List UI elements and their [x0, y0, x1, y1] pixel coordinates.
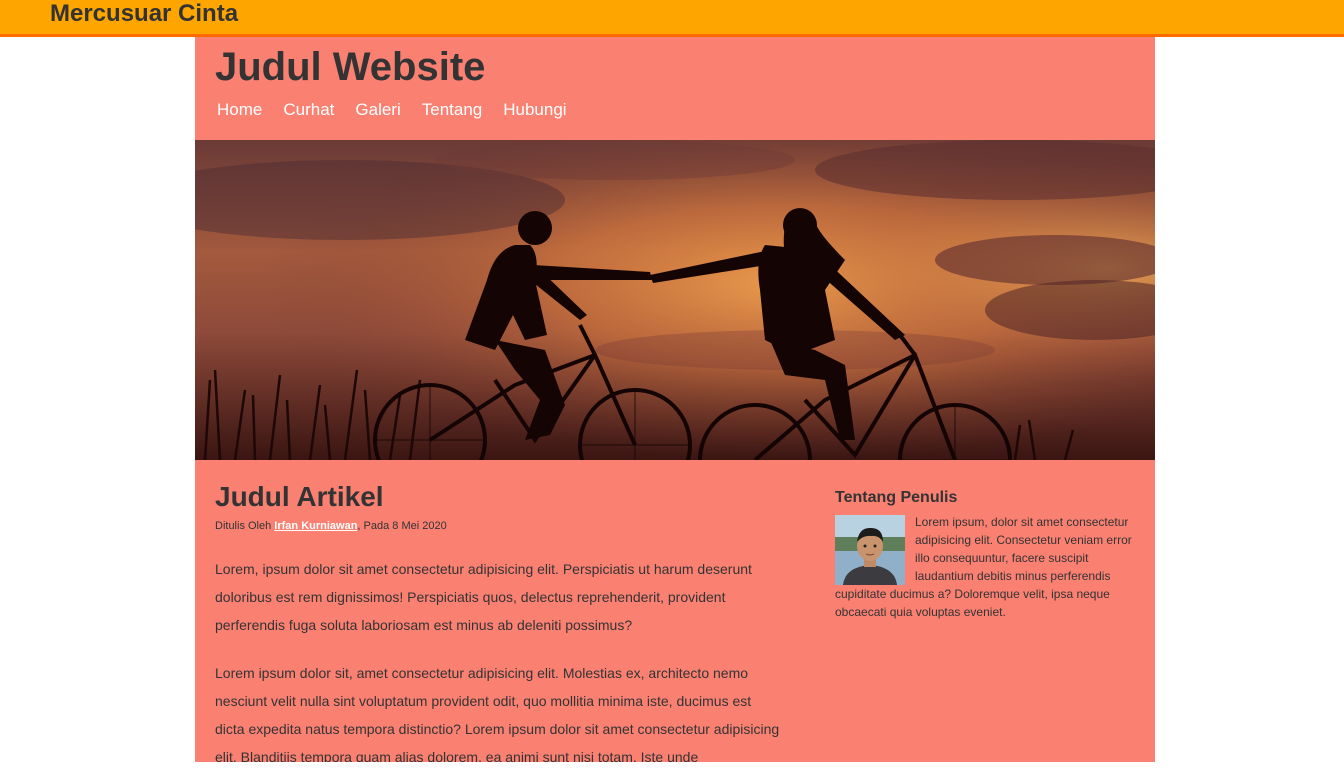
- nav-hubungi[interactable]: Hubungi: [503, 99, 566, 121]
- nav-curhat[interactable]: Curhat: [283, 99, 334, 121]
- author-photo-icon: [835, 515, 905, 585]
- meta-prefix: Ditulis Oleh: [215, 520, 275, 532]
- author-link[interactable]: Irfan Kurniawan: [274, 520, 357, 532]
- nav-tentang[interactable]: Tentang: [422, 99, 483, 121]
- article-paragraph-1: Lorem, ipsum dolor sit amet consectetur …: [215, 561, 752, 633]
- meta-suffix: , Pada 8 Mei 2020: [357, 520, 447, 532]
- sidebar-title: Tentang Penulis: [835, 489, 958, 506]
- couple-bikes-sunset-image: [195, 140, 1155, 460]
- article-paragraph-2: Lorem ipsum dolor sit, amet consectetur …: [215, 665, 780, 762]
- site-title: Judul Website: [215, 45, 486, 89]
- nav-home[interactable]: Home: [217, 99, 262, 121]
- article-title: Judul Artikel: [215, 481, 384, 512]
- main-nav: Home Curhat Galeri Tentang Hubungi: [217, 99, 567, 121]
- hero-banner-image: [195, 140, 1155, 460]
- article-meta: Ditulis Oleh Irfan Kurniawan, Pada 8 Mei…: [215, 519, 780, 533]
- main-container: Judul Website Home Curhat Galeri Tentang…: [195, 37, 1155, 762]
- author-box: Lorem ipsum, dolor sit amet consectetur …: [835, 513, 1135, 621]
- brand-name[interactable]: Mercusuar Cinta: [50, 0, 238, 34]
- top-bar: Mercusuar Cinta: [0, 0, 1344, 37]
- article: Judul Artikel Ditulis Oleh Irfan Kurniaw…: [215, 480, 780, 762]
- author-avatar: [835, 515, 905, 585]
- nav-galeri[interactable]: Galeri: [355, 99, 400, 121]
- sidebar-about-author: Tentang Penulis Lorem ipsum, dolor sit a…: [835, 489, 1135, 621]
